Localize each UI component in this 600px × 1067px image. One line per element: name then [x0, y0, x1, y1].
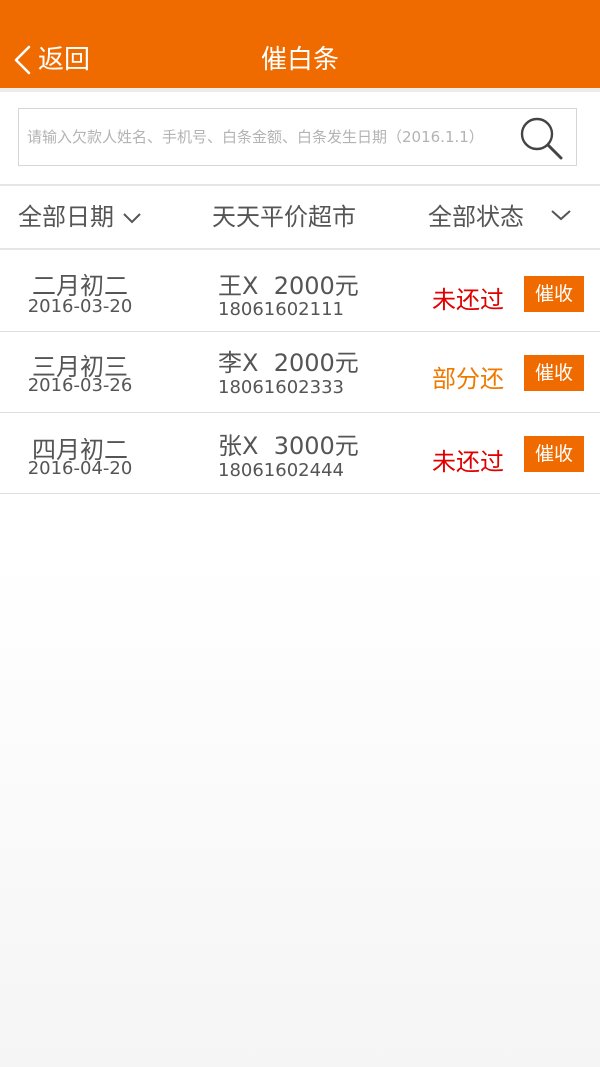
- status-badge: 部分还: [432, 365, 504, 393]
- record-date: 2016-03-26: [27, 375, 133, 396]
- debt-amount: 2000元: [273, 349, 359, 377]
- date-filter[interactable]: 全部日期: [18, 186, 142, 248]
- search-box: [18, 108, 577, 166]
- debtor-name: 张X: [218, 432, 259, 460]
- debtor-info: 张X 3000元: [218, 426, 359, 461]
- search-icon[interactable]: [518, 115, 564, 161]
- status-badge: 未还过: [432, 286, 504, 314]
- list-item[interactable]: 四月初二 2016-04-20 张X 3000元 18061602444 未还过…: [0, 414, 600, 494]
- store-filter[interactable]: 天天平价超市: [212, 186, 356, 248]
- date-filter-label: 全部日期: [18, 203, 114, 231]
- remind-button[interactable]: 催收: [524, 276, 584, 312]
- record-date: 2016-03-20: [27, 296, 133, 317]
- search-section: [0, 88, 600, 184]
- screen: 返回 催白条 全部日期 天天平价超市 全部状态 二月初二 2016-03-20 …: [0, 0, 600, 1067]
- list-item[interactable]: 三月初三 2016-03-26 李X 2000元 18061602333 部分还…: [0, 333, 600, 413]
- page-title: 催白条: [260, 45, 339, 75]
- store-filter-label: 天天平价超市: [212, 203, 356, 231]
- status-badge: 未还过: [432, 448, 504, 476]
- app-header: 返回 催白条: [0, 0, 600, 88]
- status-filter[interactable]: 全部状态: [428, 186, 524, 248]
- debtor-info: 李X 2000元: [218, 343, 359, 378]
- debtor-name: 王X: [218, 272, 259, 300]
- chevron-down-icon[interactable]: [550, 208, 572, 222]
- debtor-phone: 18061602111: [218, 299, 344, 320]
- debt-amount: 2000元: [273, 272, 359, 300]
- debt-amount: 3000元: [273, 432, 359, 460]
- list-item[interactable]: 二月初二 2016-03-20 王X 2000元 18061602111 未还过…: [0, 252, 600, 332]
- search-input[interactable]: [27, 109, 522, 165]
- chevron-down-icon: [123, 213, 141, 224]
- remind-button[interactable]: 催收: [524, 436, 584, 472]
- debtor-info: 王X 2000元: [218, 266, 359, 301]
- status-filter-label: 全部状态: [428, 203, 524, 231]
- remind-button[interactable]: 催收: [524, 355, 584, 391]
- filter-bar: 全部日期 天天平价超市 全部状态: [0, 184, 600, 250]
- record-date: 2016-04-20: [27, 458, 133, 479]
- debtor-name: 李X: [218, 349, 259, 377]
- debtor-phone: 18061602333: [218, 377, 344, 398]
- debtor-phone: 18061602444: [218, 460, 344, 481]
